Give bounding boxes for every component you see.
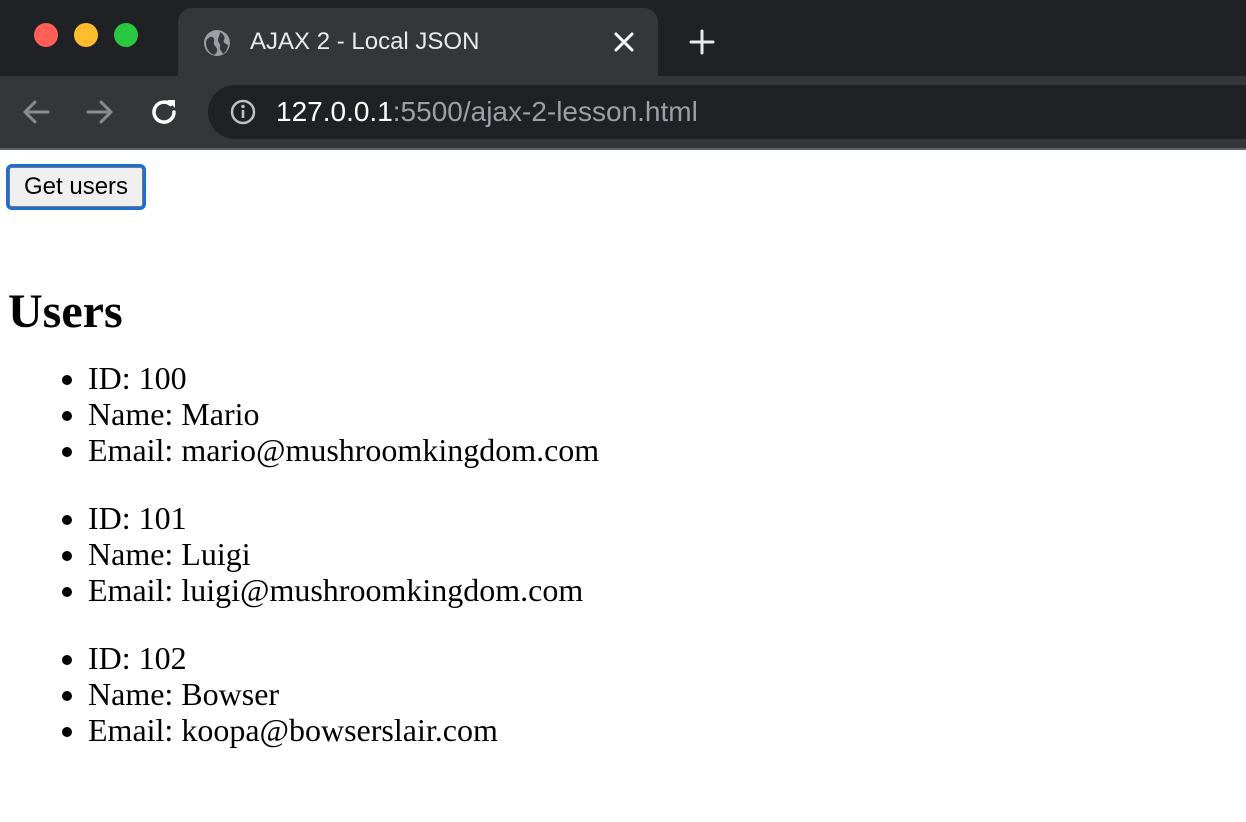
user-list-0: ID: 100 Name: Mario Email: mario@mushroo… [8,360,1238,468]
user-list-1: ID: 101 Name: Luigi Email: luigi@mushroo… [8,500,1238,608]
reload-icon[interactable] [146,94,182,130]
user-name: Name: Bowser [88,676,1238,712]
user-email: Email: koopa@bowserslair.com [88,712,1238,748]
url-host: 127.0.0.1 [276,96,393,127]
tab-title: AJAX 2 - Local JSON [250,28,480,55]
user-id: ID: 101 [88,500,1238,536]
zoom-window-icon[interactable] [114,23,138,47]
page-title: Users [8,285,123,338]
browser-toolbar: 127.0.0.1:5500/ajax-2-lesson.html [0,76,1246,148]
user-id: ID: 102 [88,640,1238,676]
plus-icon[interactable] [684,24,720,60]
globe-icon [202,28,232,58]
minimize-window-icon[interactable] [74,23,98,47]
get-users-button[interactable]: Get users [5,164,147,210]
info-icon[interactable] [230,99,256,125]
browser-tab-active[interactable]: AJAX 2 - Local JSON [178,8,658,76]
close-window-icon[interactable] [34,23,58,47]
user-email: Email: mario@mushroomkingdom.com [88,432,1238,468]
user-name: Name: Mario [88,396,1238,432]
address-bar[interactable]: 127.0.0.1:5500/ajax-2-lesson.html [208,85,1246,139]
arrow-left-icon[interactable] [18,94,54,130]
user-list-2: ID: 102 Name: Bowser Email: koopa@bowser… [8,640,1238,748]
user-email: Email: luigi@mushroomkingdom.com [88,572,1238,608]
url-path: :5500/ajax-2-lesson.html [392,96,698,127]
arrow-right-icon[interactable] [82,94,118,130]
page-content: Get users Users ID: 100 Name: Mario Emai… [0,150,1246,748]
user-id: ID: 100 [88,360,1238,396]
browser-titlebar: AJAX 2 - Local JSON [0,0,1246,76]
url-text[interactable]: 127.0.0.1:5500/ajax-2-lesson.html [276,96,698,128]
user-name: Name: Luigi [88,536,1238,572]
close-icon[interactable] [608,26,640,58]
